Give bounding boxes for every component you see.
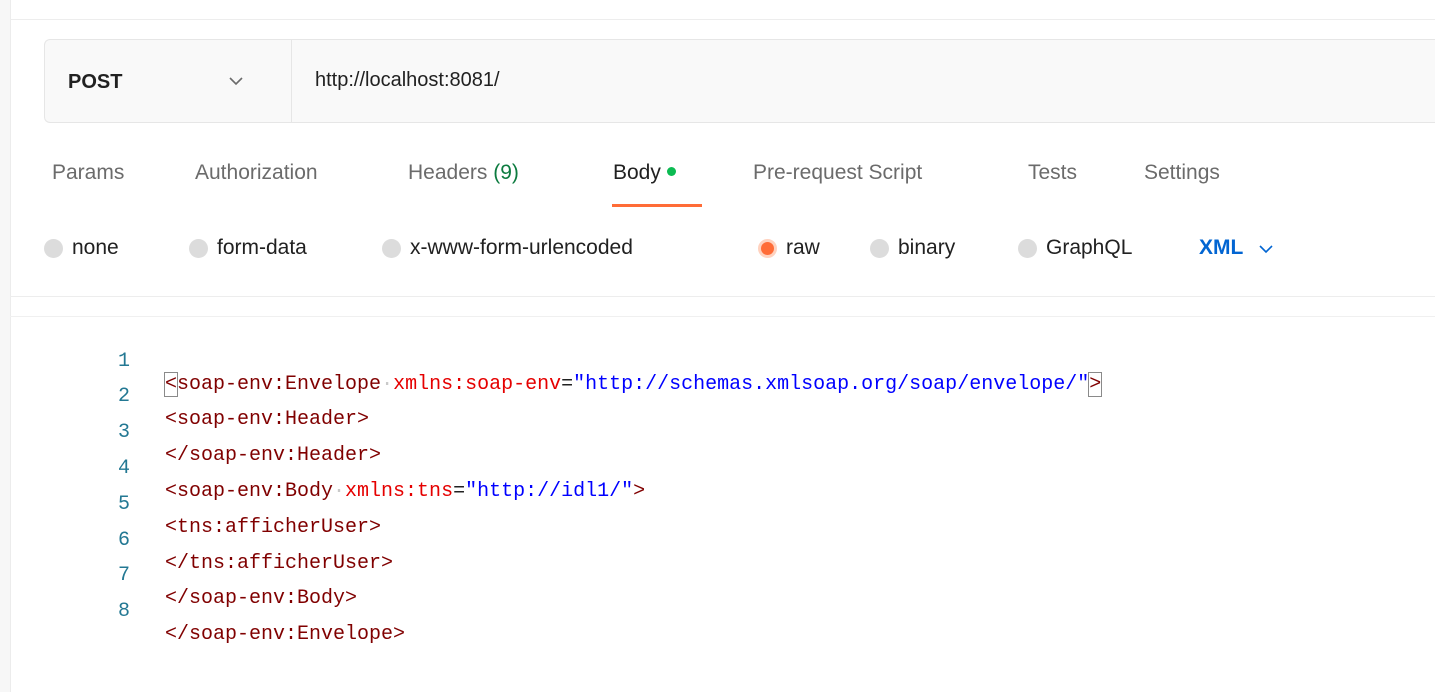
code-editor[interactable]: 1 <soap-env:Envelope·xmlns:soap-env="htt…	[10, 316, 1435, 692]
line-number: 5	[117, 493, 130, 516]
line-number: 2	[117, 385, 130, 408]
tab-label: Headers	[408, 161, 488, 184]
radio-icon[interactable]	[44, 238, 63, 258]
xml-attribute: xmlns:soap-env	[393, 373, 562, 396]
line-number: 3	[117, 421, 130, 444]
tab-headers[interactable]: Headers (9)	[408, 161, 519, 185]
code-line: 7 </soap-env:Body>	[10, 541, 357, 610]
request-bar: POST http://localhost:8081/	[44, 39, 1435, 123]
code-text: <soap-env:Header>	[165, 408, 370, 431]
url-input[interactable]: http://localhost:8081/	[315, 69, 500, 92]
line-number: 1	[117, 350, 130, 373]
radio-selected-icon[interactable]	[758, 238, 777, 258]
chevron-down-icon	[1259, 236, 1273, 260]
code-line: 4 <soap-env:Body·xmlns:tns="http://idl1/…	[10, 434, 645, 503]
xml-attribute: xmlns:tns	[345, 480, 454, 503]
tab-settings[interactable]: Settings	[1144, 161, 1220, 185]
headers-count: (9)	[493, 161, 519, 184]
body-type-x-www-form-urlencoded[interactable]: x-www-form-urlencoded	[382, 236, 633, 260]
code-text: </soap-env:Header>	[165, 444, 382, 467]
section-divider	[10, 296, 1435, 297]
code-text: </soap-env:Envelope>	[165, 623, 406, 646]
radio-icon[interactable]	[189, 238, 208, 258]
xml-equals: =	[561, 373, 574, 396]
code-line: 2 <soap-env:Header>	[10, 362, 369, 431]
chevron-down-icon	[229, 77, 243, 86]
code-text: <tns:afficherUser>	[165, 516, 382, 539]
code-text: </soap-env:Body>	[165, 587, 358, 610]
body-type-label: form-data	[217, 236, 307, 259]
format-label: XML	[1199, 236, 1244, 259]
xml-tag: <soap-env:Body	[165, 480, 334, 503]
body-type-label: GraphQL	[1046, 236, 1133, 259]
radio-icon[interactable]	[382, 238, 401, 258]
tab-label: Authorization	[195, 161, 318, 184]
whitespace-marker: ·	[333, 480, 346, 503]
body-active-dot-icon	[666, 167, 676, 176]
tab-label: Params	[52, 161, 125, 184]
body-type-graphql[interactable]: GraphQL	[1018, 236, 1132, 260]
code-line: 8 </soap-env:Envelope>	[10, 577, 405, 646]
xml-bracket: >	[633, 480, 646, 503]
line-number: 8	[117, 600, 130, 623]
code-text: <soap-env:Envelope·xmlns:soap-env="http:…	[163, 372, 1103, 397]
format-select[interactable]: XML	[1199, 236, 1273, 260]
code-line: 5 <tns:afficherUser>	[10, 470, 381, 539]
radio-icon[interactable]	[1018, 238, 1037, 258]
tab-body[interactable]: Body	[613, 161, 676, 185]
xml-bracket: >	[1088, 372, 1103, 397]
whitespace-marker: ·	[381, 373, 394, 396]
method-label: POST	[68, 71, 123, 93]
body-type-label: binary	[898, 236, 956, 259]
tab-params[interactable]: Params	[52, 161, 124, 185]
body-type-label: x-www-form-urlencoded	[410, 236, 633, 259]
body-type-label: raw	[786, 236, 820, 259]
line-number: 6	[117, 529, 130, 552]
method-select[interactable]: POST	[45, 40, 292, 122]
tab-pre-request-script[interactable]: Pre-request Script	[753, 161, 922, 185]
xml-bracket: <	[163, 372, 179, 397]
body-type-label: none	[72, 236, 119, 259]
code-line: 3 </soap-env:Header>	[10, 398, 381, 467]
code-text: </tns:afficherUser>	[165, 552, 394, 575]
xml-equals: =	[453, 480, 466, 503]
tab-label: Body	[613, 161, 661, 184]
active-tab-underline	[612, 204, 702, 207]
code-text: <soap-env:Body·xmlns:tns="http://idl1/">	[165, 480, 645, 503]
xml-string: "http://idl1/"	[465, 480, 634, 503]
body-type-binary[interactable]: binary	[870, 236, 955, 260]
tab-tests[interactable]: Tests	[1028, 161, 1077, 185]
body-type-raw[interactable]: raw	[758, 236, 820, 260]
radio-icon[interactable]	[870, 238, 889, 258]
body-type-none[interactable]: none	[44, 236, 119, 260]
tab-label: Settings	[1144, 161, 1220, 184]
body-type-form-data[interactable]: form-data	[189, 236, 307, 260]
line-number: 4	[117, 457, 130, 480]
top-separator	[10, 19, 1435, 20]
tab-label: Tests	[1028, 161, 1078, 184]
code-line: 6 </tns:afficherUser>	[10, 506, 393, 575]
xml-string: "http://schemas.xmlsoap.org/soap/envelop…	[573, 373, 1090, 396]
tab-authorization[interactable]: Authorization	[195, 161, 318, 185]
line-number: 7	[117, 564, 130, 587]
xml-tag: soap-env:Envelope	[177, 373, 382, 396]
code-line: 1 <soap-env:Envelope·xmlns:soap-env="htt…	[10, 327, 1103, 397]
tab-label: Pre-request Script	[753, 161, 923, 184]
